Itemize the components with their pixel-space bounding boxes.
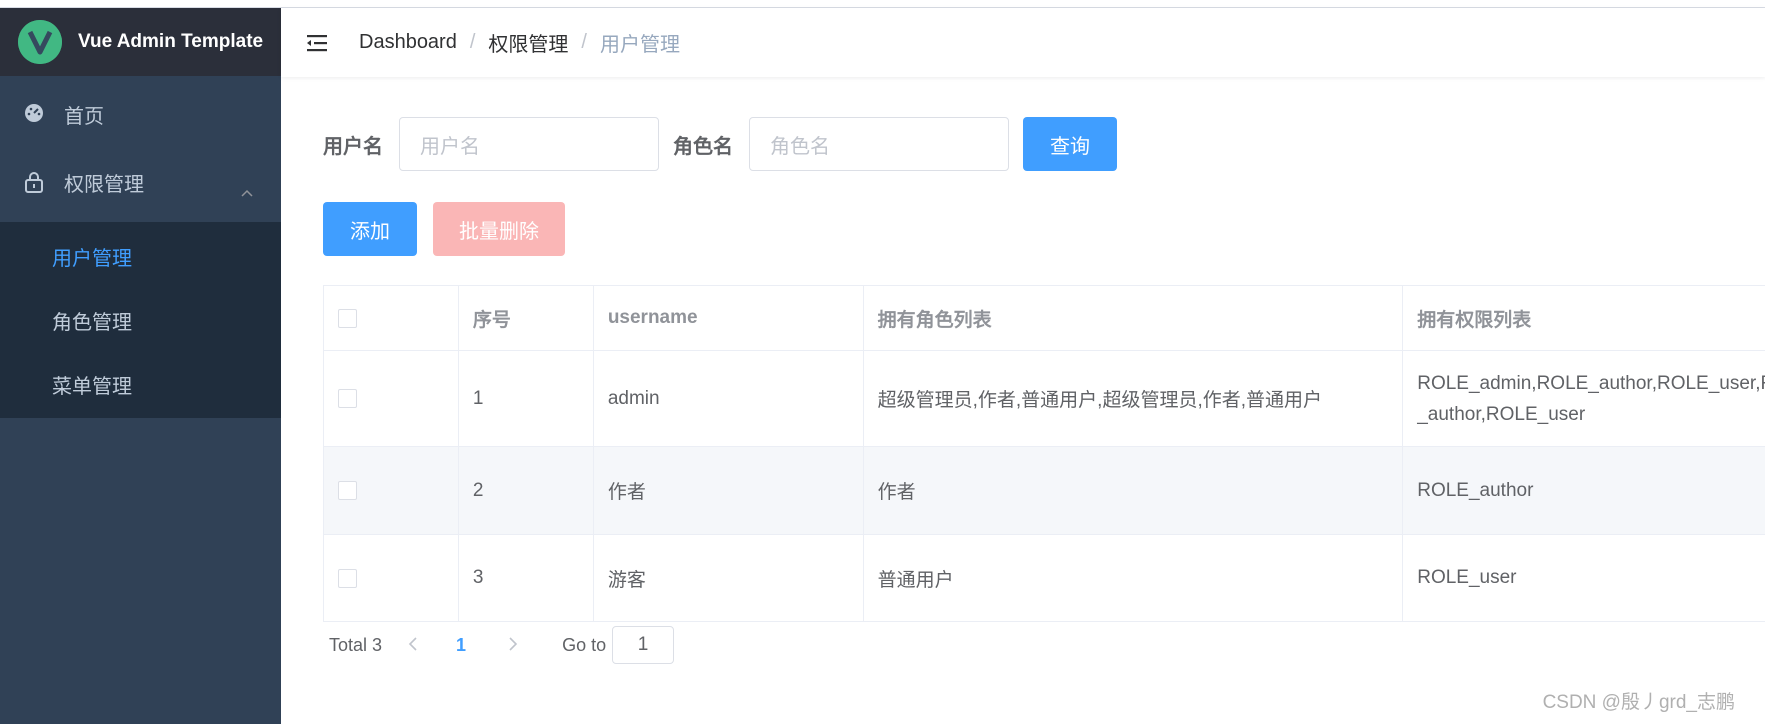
cell-username: admin	[594, 351, 864, 446]
action-bar: 添加 批量删除	[323, 202, 565, 256]
cell-username: 游客	[594, 535, 864, 621]
column-header[interactable]: 拥有角色列表	[864, 286, 1404, 350]
role-label: 角色名	[673, 135, 733, 158]
filter-form: 用户名 用户名 角色名 角色名 查询	[323, 117, 1117, 171]
row-checkbox[interactable]	[338, 481, 357, 500]
perms-line: _author,ROLE_user	[1417, 403, 1586, 425]
row-select-cell	[324, 447, 459, 534]
query-button[interactable]: 查询	[1023, 117, 1117, 171]
prev-page-icon[interactable]	[408, 635, 418, 656]
table-row[interactable]: 2 作者 作者 ROLE_author	[324, 447, 1765, 535]
role-input[interactable]: 角色名	[749, 117, 1009, 171]
vue-logo-icon	[18, 20, 62, 64]
batch-delete-button[interactable]: 批量删除	[433, 202, 565, 256]
sidebar-item-permissions[interactable]: 权限管理	[0, 152, 281, 212]
main-content: 用户名 用户名 角色名 角色名 查询 添加 批量删除 序号 username 拥…	[281, 77, 1765, 724]
sidebar: Vue Admin Template 首页 权限管理 用户管理 角色管理 菜单管…	[0, 8, 281, 724]
submenu: 用户管理 角色管理 菜单管理	[0, 222, 281, 418]
breadcrumb-current: 用户管理	[599, 34, 680, 56]
sidebar-item-users[interactable]: 用户管理	[0, 222, 281, 290]
sidebar-item-roles[interactable]: 角色管理	[0, 290, 281, 350]
cell-index: 1	[459, 351, 594, 446]
cell-username: 作者	[594, 447, 864, 534]
cell-roles: 作者	[864, 447, 1404, 534]
cell-index: 2	[459, 447, 594, 534]
username-label: 用户名	[323, 135, 383, 158]
header-select-cell	[324, 286, 459, 350]
breadcrumb-separator: /	[469, 31, 476, 53]
cell-perms: ROLE_admin,ROLE_author,ROLE_user,R _auth…	[1403, 351, 1765, 446]
cell-roles: 超级管理员,作者,普通用户,超级管理员,作者,普通用户	[864, 351, 1404, 446]
lock-icon	[24, 171, 46, 193]
next-page-icon[interactable]	[508, 635, 518, 656]
sidebar-item-menus[interactable]: 菜单管理	[0, 350, 281, 418]
column-header[interactable]: 序号	[459, 286, 594, 350]
watermark: CSDN @殷丿grd_志鹏	[1542, 692, 1735, 713]
top-border	[0, 0, 1765, 8]
column-header[interactable]: 拥有权限列表	[1403, 286, 1765, 350]
table-row[interactable]: 3 游客 普通用户 ROLE_user	[324, 535, 1765, 622]
breadcrumb-separator: /	[581, 31, 587, 53]
username-input[interactable]: 用户名	[399, 117, 659, 171]
goto-label: Go to	[562, 634, 607, 655]
users-table: 序号 username 拥有角色列表 拥有权限列表 1 admin 超级管理员,…	[323, 285, 1765, 622]
cell-roles: 普通用户	[864, 535, 1404, 621]
sidebar-item-label: 首页	[64, 105, 104, 128]
select-all-checkbox[interactable]	[338, 308, 357, 328]
table-row[interactable]: 1 admin 超级管理员,作者,普通用户,超级管理员,作者,普通用户 ROLE…	[324, 351, 1765, 447]
goto-page-input[interactable]: 1	[612, 626, 675, 664]
pagination-total: Total 3	[329, 634, 383, 655]
cell-index: 3	[459, 535, 594, 621]
perms-line: ROLE_admin,ROLE_author,ROLE_user,R	[1417, 372, 1765, 394]
dashboard-icon	[24, 103, 46, 125]
breadcrumb-dashboard[interactable]: Dashboard	[359, 31, 457, 54]
row-checkbox[interactable]	[338, 389, 357, 408]
sidebar-item-home[interactable]: 首页	[0, 76, 281, 152]
hamburger-icon[interactable]	[305, 31, 329, 55]
cell-perms: ROLE_author	[1417, 479, 1534, 501]
row-select-cell	[324, 535, 459, 621]
breadcrumb-permissions[interactable]: 权限管理	[488, 28, 568, 57]
chevron-up-icon	[241, 180, 253, 203]
table-header: 序号 username 拥有角色列表 拥有权限列表	[324, 286, 1765, 351]
page-number-current[interactable]: 1	[456, 635, 466, 656]
sidebar-logo[interactable]: Vue Admin Template	[0, 8, 281, 76]
pagination: Total 3 1 Go to 1	[329, 626, 675, 664]
cell-perms: ROLE_user	[1417, 567, 1517, 588]
navbar: Dashboard / 权限管理 / 用户管理	[281, 8, 1765, 77]
sidebar-item-label: 权限管理	[64, 173, 144, 196]
add-button[interactable]: 添加	[323, 202, 417, 256]
row-select-cell	[324, 351, 459, 446]
app-title: Vue Admin Template	[78, 31, 264, 52]
row-checkbox[interactable]	[338, 568, 357, 588]
column-header[interactable]: username	[594, 286, 864, 350]
breadcrumb: Dashboard / 权限管理 / 用户管理	[359, 28, 680, 57]
